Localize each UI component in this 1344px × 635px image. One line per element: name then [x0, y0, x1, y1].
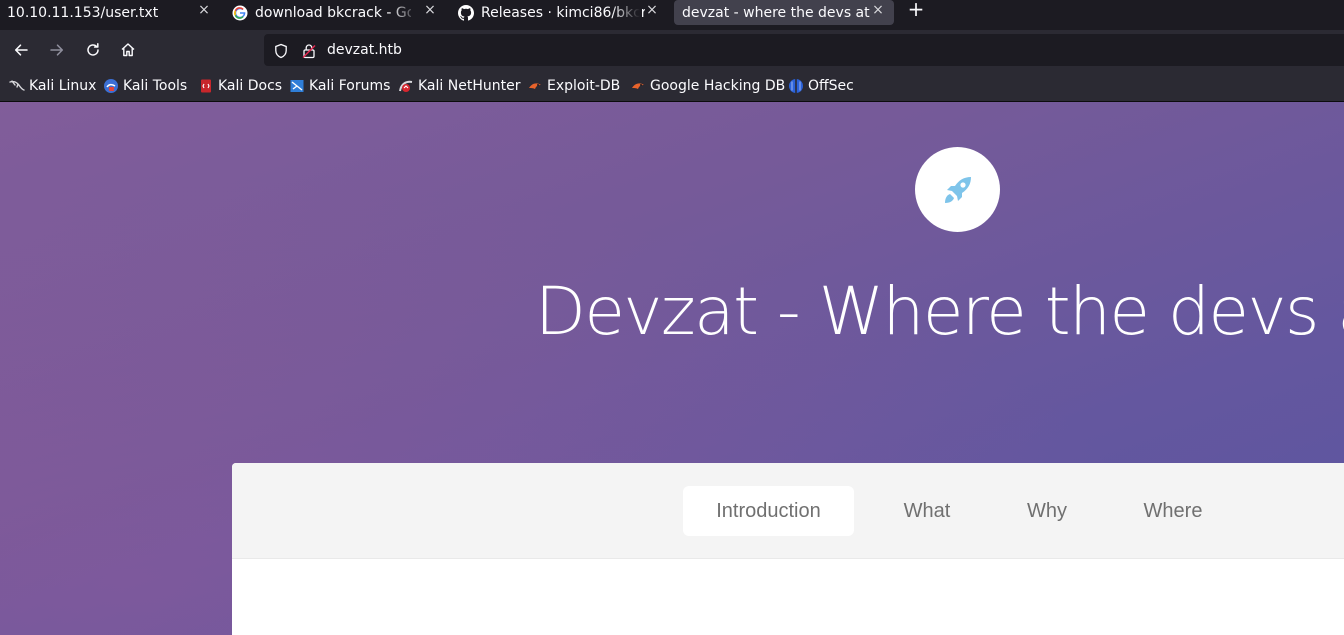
ghdb-icon	[630, 78, 646, 94]
tab-fade	[612, 0, 640, 26]
bookmark-exploit-db[interactable]: Exploit-DB	[527, 77, 620, 95]
reload-button[interactable]	[81, 38, 105, 62]
back-arrow-icon	[14, 44, 28, 56]
nethunter-icon	[398, 78, 414, 94]
kali-forums-icon	[289, 78, 305, 94]
home-button[interactable]	[116, 38, 140, 62]
bookmark-label: Exploit-DB	[547, 78, 621, 94]
navigation-toolbar: devzat.htb	[0, 30, 1344, 70]
url-text[interactable]: devzat.htb	[327, 42, 402, 58]
github-icon	[458, 5, 474, 21]
forward-button[interactable]	[45, 38, 69, 62]
nav-tab-why[interactable]: Why	[1000, 486, 1094, 536]
rocket-icon	[944, 176, 971, 203]
content-panel: Introduction What Why Where	[232, 463, 1344, 635]
kali-tools-icon	[103, 78, 119, 94]
insecure-lock-icon	[302, 44, 316, 59]
exploit-db-icon	[527, 78, 543, 94]
back-button[interactable]	[9, 38, 33, 62]
close-tab-icon[interactable]: ×	[422, 2, 438, 18]
nav-tab-where[interactable]: Where	[1119, 486, 1227, 536]
bookmark-label: Kali Forums	[309, 78, 391, 94]
tracking-protection-shield-icon	[275, 43, 287, 59]
tab-google-search[interactable]: download bkcrack - Google ×	[224, 0, 446, 26]
kali-dragon-icon	[9, 78, 25, 94]
bookmarks-toolbar: Kali Linux Kali Tools Kali Docs Kali For…	[0, 70, 1344, 102]
bookmark-label: Kali Linux	[29, 78, 97, 94]
tab-user-txt[interactable]: 10.10.11.153/user.txt ×	[0, 0, 220, 26]
bookmark-label: Kali Tools	[123, 78, 188, 94]
tab-title: 10.10.11.153/user.txt	[7, 5, 159, 21]
bookmark-label: Kali Docs	[218, 78, 283, 94]
bookmark-kali-forums[interactable]: Kali Forums	[289, 77, 390, 95]
page-viewport: Devzat - Where the devs are at Introduct…	[0, 102, 1344, 635]
logo-badge	[915, 147, 1000, 232]
tab-strip: 10.10.11.153/user.txt × download bkcrack…	[0, 0, 1344, 30]
home-icon	[121, 43, 135, 57]
tab-github-releases[interactable]: Releases · kimci86/bkcrack ×	[450, 0, 668, 26]
bookmark-label: OffSec	[808, 78, 854, 94]
tab-title: devzat - where the devs at	[682, 4, 870, 21]
hero-title: Devzat - Where the devs are at	[535, 273, 1344, 350]
forward-arrow-icon	[50, 44, 64, 56]
bookmark-kali-linux[interactable]: Kali Linux	[9, 77, 96, 95]
bookmark-kali-docs[interactable]: Kali Docs	[198, 77, 282, 95]
bookmark-offsec[interactable]: OffSec	[788, 77, 854, 95]
offsec-icon	[788, 78, 804, 94]
bookmark-label: Kali NetHunter	[418, 78, 521, 94]
close-tab-icon[interactable]: ×	[644, 2, 660, 18]
bookmark-google-hacking-db[interactable]: Google Hacking DB	[630, 77, 785, 95]
tab-title: download bkcrack - Google	[255, 5, 411, 21]
nav-tab-what[interactable]: What	[879, 486, 975, 536]
bookmark-label: Google Hacking DB	[650, 78, 786, 94]
kali-docs-icon	[198, 78, 214, 94]
new-tab-button[interactable]: +	[904, 0, 928, 20]
google-icon	[232, 5, 248, 21]
bookmark-kali-tools[interactable]: Kali Tools	[103, 77, 187, 95]
close-tab-icon[interactable]: ×	[870, 2, 886, 18]
tab-fade	[390, 0, 418, 26]
nav-tab-introduction[interactable]: Introduction	[683, 486, 854, 536]
close-tab-icon[interactable]: ×	[196, 2, 212, 18]
bookmark-kali-nethunter[interactable]: Kali NetHunter	[398, 77, 520, 95]
url-bar[interactable]: devzat.htb	[264, 34, 1344, 66]
tab-devzat[interactable]: devzat - where the devs at ×	[674, 0, 894, 25]
section-nav: Introduction What Why Where	[232, 463, 1344, 559]
reload-icon	[87, 43, 99, 56]
